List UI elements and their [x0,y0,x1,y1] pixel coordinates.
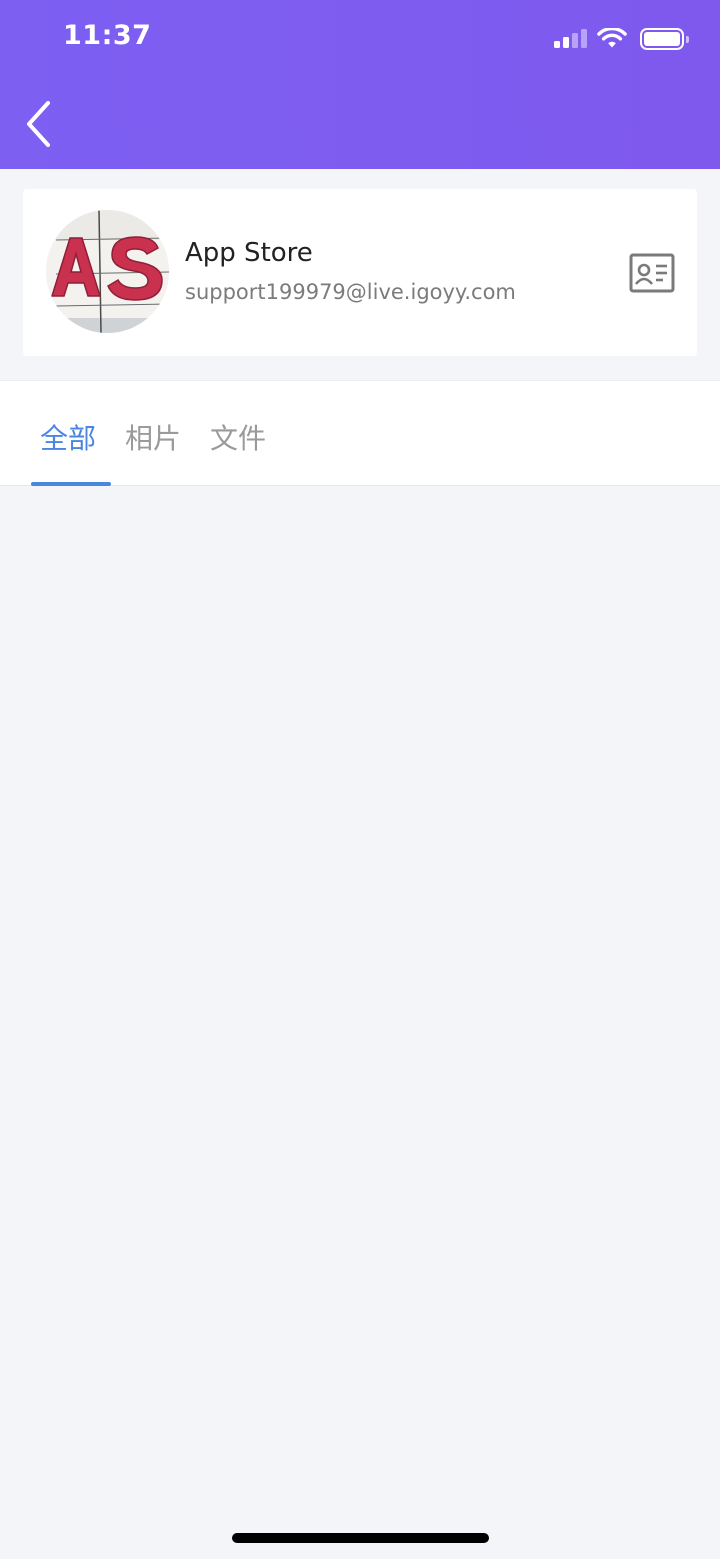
status-icons [554,26,689,52]
avatar [46,210,169,333]
contact-email: support199979@live.igoyy.com [185,280,516,304]
contact-name: App Store [185,238,313,268]
cellular-signal-icon [554,28,587,50]
tab-files[interactable]: 文件 [210,417,266,457]
home-indicator[interactable] [232,1533,489,1543]
tab-all[interactable]: 全部 [40,417,96,457]
tab-photos[interactable]: 相片 [125,417,181,457]
battery-icon [640,28,689,50]
active-tab-indicator [31,482,111,486]
status-time: 11:37 [63,20,152,51]
contact-card-icon[interactable] [629,253,675,293]
header-bar: 11:37 [0,0,720,169]
back-chevron-icon[interactable] [20,98,60,150]
wifi-icon [597,28,627,48]
tabs-bar: 全部 相片 文件 [0,380,720,486]
contact-card[interactable]: App Store support199979@live.igoyy.com [23,189,697,356]
avatar-image [46,210,169,333]
